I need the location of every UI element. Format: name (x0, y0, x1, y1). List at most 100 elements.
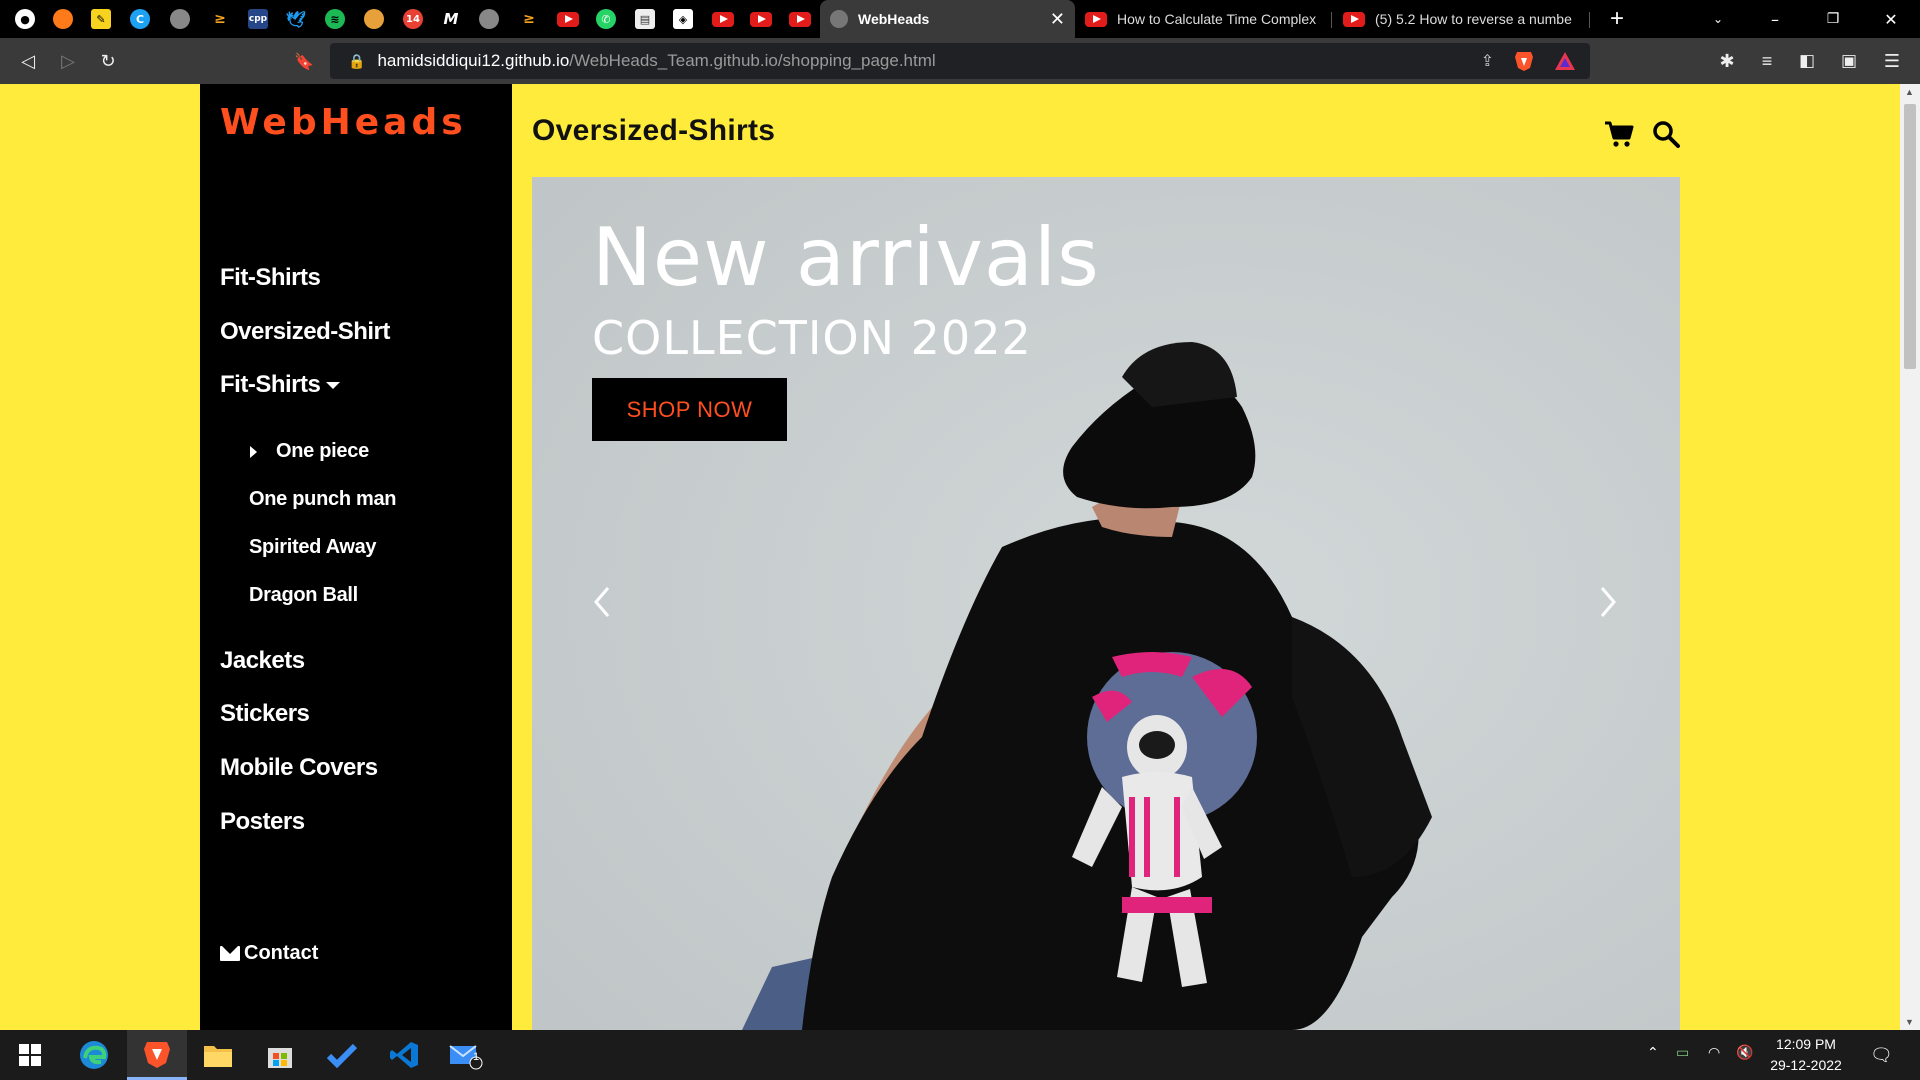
shop-now-button[interactable]: SHOP NOW (592, 378, 787, 441)
pinned-tab-notes[interactable]: ✎ (86, 5, 116, 33)
pinned-tab-codepen[interactable]: ◈ (668, 5, 698, 33)
vscode-icon[interactable] (374, 1030, 434, 1080)
pinned-tab-code-2[interactable]: ≥ (514, 5, 544, 33)
bookmark-icon[interactable]: 🔖 (290, 47, 318, 75)
sidebar-item-fit-shirts[interactable]: Fit-Shirts (220, 264, 321, 292)
scrollbar-thumb[interactable] (1904, 104, 1916, 369)
contact-link[interactable]: Contact (220, 942, 318, 965)
code-icon: ≥ (519, 9, 539, 29)
pinned-tab-firefox[interactable] (48, 5, 78, 33)
pinned-tab-youtube-4[interactable] (785, 5, 815, 33)
wifi-icon[interactable]: ◠ (1708, 1045, 1720, 1061)
minimize-icon[interactable]: – (1752, 0, 1798, 38)
url-path: /WebHeads_Team.github.io/shopping_page.h… (569, 51, 936, 70)
caret-down-icon (326, 382, 341, 390)
contact-label: Contact (244, 942, 319, 964)
window-close-icon[interactable]: ✕ (1868, 0, 1914, 38)
windows-start-icon[interactable] (0, 1030, 60, 1080)
notifications-icon[interactable]: 🗨 (1870, 1045, 1893, 1066)
pinned-tab-canva[interactable]: C (125, 5, 155, 33)
pinned-tab-code[interactable]: ≥ (205, 5, 235, 33)
youtube-icon (1085, 11, 1107, 27)
brand-logo[interactable]: WebHeads (220, 102, 467, 143)
cart-icon[interactable] (1604, 120, 1634, 148)
sidebar-item-posters[interactable]: Posters (220, 808, 305, 836)
twitter-icon: 🕊 (285, 9, 307, 29)
back-icon[interactable]: ◁ (14, 47, 42, 75)
pinned-tab-spotify[interactable]: ≋ (320, 5, 350, 33)
pinned-tab-web-2[interactable] (474, 5, 504, 33)
youtube-icon (712, 11, 734, 27)
todo-icon[interactable] (312, 1030, 372, 1080)
pinned-tab-calendar[interactable]: 14 (398, 5, 428, 33)
brave-rewards-icon[interactable] (1553, 49, 1577, 73)
share-icon[interactable]: ⇪ (1481, 51, 1494, 71)
globe-icon (170, 9, 190, 29)
volume-muted-icon[interactable]: 🔇 (1736, 1045, 1753, 1061)
menu-icon[interactable]: ☰ (1880, 49, 1904, 73)
page-scrollbar[interactable]: ▲ ▼ (1900, 84, 1920, 1030)
submenu-item-dragon-ball[interactable]: Dragon Ball (249, 584, 358, 607)
pinned-tab-github[interactable]: ● (10, 5, 40, 33)
carousel-prev-icon[interactable] (588, 582, 618, 622)
system-clock[interactable]: 12:09 PM 29-12-2022 (1756, 1034, 1856, 1076)
edge-icon[interactable] (64, 1030, 124, 1080)
submenu-item-one-punch-man[interactable]: One punch man (249, 488, 397, 511)
extensions-icon[interactable]: ✱ (1715, 49, 1739, 73)
scroll-down-icon[interactable]: ▼ (1905, 1017, 1914, 1027)
tab-search-chevron-icon[interactable]: ⌄ (1695, 0, 1741, 38)
tab-webheads[interactable]: WebHeads ✕ (820, 0, 1075, 38)
tab-title: (5) 5.2 How to reverse a numbe (1375, 11, 1572, 27)
sidebar-item-oversized-shirt[interactable]: Oversized-Shirt (220, 318, 390, 346)
pinned-tab-youtube-3[interactable] (746, 5, 776, 33)
address-bar[interactable]: 🔒 hamidsiddiqui12.github.io/WebHeads_Tea… (330, 43, 1590, 79)
lock-icon: 🔒 (348, 52, 366, 69)
caret-right-icon (250, 446, 257, 458)
brave-shields-icon[interactable] (1512, 49, 1536, 73)
youtube-icon (789, 11, 811, 27)
battery-icon[interactable]: ▭ (1676, 1045, 1689, 1061)
reload-icon[interactable]: ↻ (94, 47, 122, 75)
pinned-tab-medium[interactable]: M (436, 5, 466, 33)
scroll-up-icon[interactable]: ▲ (1905, 87, 1914, 97)
sidebar: WebHeads Fit-Shirts Oversized-Shirt Fit-… (200, 84, 512, 1030)
carousel-next-icon[interactable] (1592, 582, 1622, 622)
sidebar-item-jackets[interactable]: Jackets (220, 647, 305, 675)
hero-title: New arrivals (592, 211, 1100, 304)
sidebar-item-fit-shirts-dropdown[interactable]: Fit-Shirts (220, 371, 341, 399)
close-icon[interactable]: ✕ (1050, 9, 1065, 30)
pinned-tab-docs[interactable]: ▤ (630, 5, 660, 33)
clock-date: 29-12-2022 (1770, 1057, 1842, 1073)
pinned-tab-burger[interactable] (359, 5, 389, 33)
github-icon: ● (15, 9, 35, 29)
pinned-tab-web[interactable] (165, 5, 195, 33)
pinned-tab-cpp[interactable]: cpp (243, 5, 273, 33)
wallet-icon[interactable]: ▣ (1837, 49, 1861, 73)
sidebar-icon[interactable]: ◧ (1795, 49, 1819, 73)
forward-icon[interactable]: ▷ (54, 47, 82, 75)
page-title: Oversized-Shirts (532, 114, 776, 147)
store-icon[interactable] (250, 1030, 310, 1080)
brave-icon[interactable] (127, 1030, 187, 1080)
calendar-icon: 14 (403, 9, 423, 29)
sidebar-item-stickers[interactable]: Stickers (220, 700, 310, 728)
pinned-tab-whatsapp[interactable]: ✆ (591, 5, 621, 33)
tab-reverse-number[interactable]: (5) 5.2 How to reverse a numbe (1333, 0, 1588, 38)
search-icon[interactable] (1652, 120, 1680, 148)
pinned-tab-twitter[interactable]: 🕊 (281, 5, 311, 33)
youtube-icon (750, 11, 772, 27)
pinned-tab-youtube-1[interactable] (553, 5, 583, 33)
tab-time-complexity[interactable]: How to Calculate Time Complex (1075, 0, 1330, 38)
notes-icon: ✎ (91, 9, 111, 29)
submenu-item-spirited-away[interactable]: Spirited Away (249, 536, 377, 559)
restore-icon[interactable]: ❐ (1810, 0, 1856, 38)
submenu-item-one-piece[interactable]: One piece (276, 440, 369, 463)
file-explorer-icon[interactable] (188, 1030, 248, 1080)
new-tab-button[interactable]: + (1602, 4, 1632, 34)
pinned-tab-youtube-2[interactable] (708, 5, 738, 33)
mail-icon[interactable]: 1 (436, 1030, 496, 1080)
hero-product-image (532, 177, 1680, 1030)
sidebar-item-mobile-covers[interactable]: Mobile Covers (220, 754, 378, 782)
tray-overflow-chevron-icon[interactable]: ⌃ (1647, 1045, 1659, 1061)
playlist-icon[interactable]: ≡ (1755, 49, 1779, 73)
